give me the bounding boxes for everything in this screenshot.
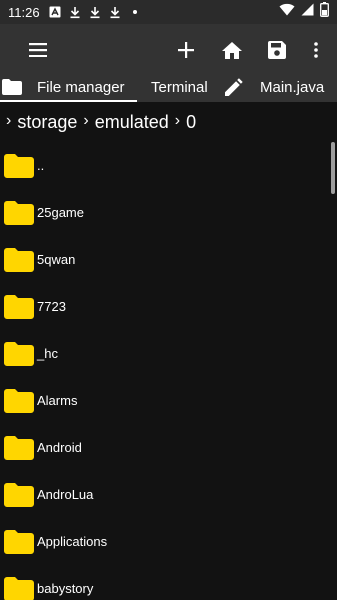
- file-name: Alarms: [37, 393, 78, 408]
- home-icon[interactable]: [212, 24, 252, 76]
- breadcrumb-item[interactable]: 0: [186, 112, 196, 133]
- chevron-right-icon: ›: [174, 112, 181, 129]
- list-item[interactable]: AndroLua: [0, 471, 337, 518]
- list-item[interactable]: babystory: [0, 565, 337, 600]
- file-name: Applications: [37, 534, 108, 549]
- file-name: Android: [37, 440, 82, 455]
- folder-icon: [4, 247, 34, 272]
- pencil-icon: [225, 78, 243, 96]
- tab-label: Terminal: [151, 78, 208, 96]
- list-item[interactable]: 7723: [0, 283, 337, 330]
- signal-icon: [301, 3, 314, 21]
- tab-label: Main.java: [260, 78, 325, 96]
- breadcrumb-item[interactable]: storage: [17, 112, 77, 133]
- folder-icon: [4, 341, 34, 366]
- breadcrumb: › storage › emulated › 0: [0, 102, 337, 142]
- file-name: 5qwan: [37, 252, 76, 267]
- folder-icon: [4, 529, 34, 554]
- dot-icon: [128, 5, 142, 19]
- chevron-right-icon: ›: [6, 112, 12, 129]
- status-time: 11:26: [8, 4, 40, 20]
- list-item[interactable]: Alarms: [0, 377, 337, 424]
- app-toolbar: [0, 24, 337, 76]
- wifi-icon: [279, 3, 295, 21]
- tab-terminal[interactable]: Terminal: [151, 72, 208, 102]
- menu-icon[interactable]: [18, 24, 58, 76]
- list-item[interactable]: 5qwan: [0, 236, 337, 283]
- file-name: babystory: [37, 581, 94, 596]
- scrollbar[interactable]: [331, 142, 335, 194]
- download-icon: [108, 5, 122, 19]
- file-list: .. 25game 5qwan 7723 _hc Alarms Android …: [0, 142, 337, 600]
- folder-icon: [4, 482, 34, 507]
- tab-bar: File manager Terminal Main.java: [0, 72, 337, 102]
- download-icon: [88, 5, 102, 19]
- notification-a-icon: [48, 5, 62, 19]
- battery-icon: [320, 2, 329, 22]
- folder-icon: [4, 294, 34, 319]
- tab-main-java[interactable]: Main.java: [225, 72, 324, 102]
- add-icon[interactable]: [166, 24, 206, 76]
- tab-file-manager[interactable]: File manager: [0, 72, 125, 102]
- folder-icon: [2, 79, 22, 95]
- list-item[interactable]: ..: [0, 142, 337, 189]
- file-name: AndroLua: [37, 487, 94, 502]
- folder-icon: [4, 435, 34, 460]
- list-item[interactable]: Applications: [0, 518, 337, 565]
- folder-icon: [4, 200, 34, 225]
- more-vert-icon[interactable]: [296, 24, 336, 76]
- list-item[interactable]: 25game: [0, 189, 337, 236]
- folder-icon: [4, 153, 34, 178]
- download-icon: [68, 5, 82, 19]
- list-item[interactable]: Android: [0, 424, 337, 471]
- list-item[interactable]: _hc: [0, 330, 337, 377]
- file-name: 25game: [37, 205, 84, 220]
- chevron-right-icon: ›: [83, 112, 89, 129]
- folder-icon: [4, 576, 34, 600]
- status-bar: 11:26: [0, 0, 337, 24]
- folder-icon: [4, 388, 34, 413]
- file-name: _hc: [37, 346, 58, 361]
- save-icon[interactable]: [257, 24, 297, 76]
- file-name: 7723: [37, 299, 66, 314]
- tab-label: File manager: [37, 78, 125, 96]
- breadcrumb-item[interactable]: emulated: [95, 112, 169, 133]
- file-name: ..: [37, 158, 45, 173]
